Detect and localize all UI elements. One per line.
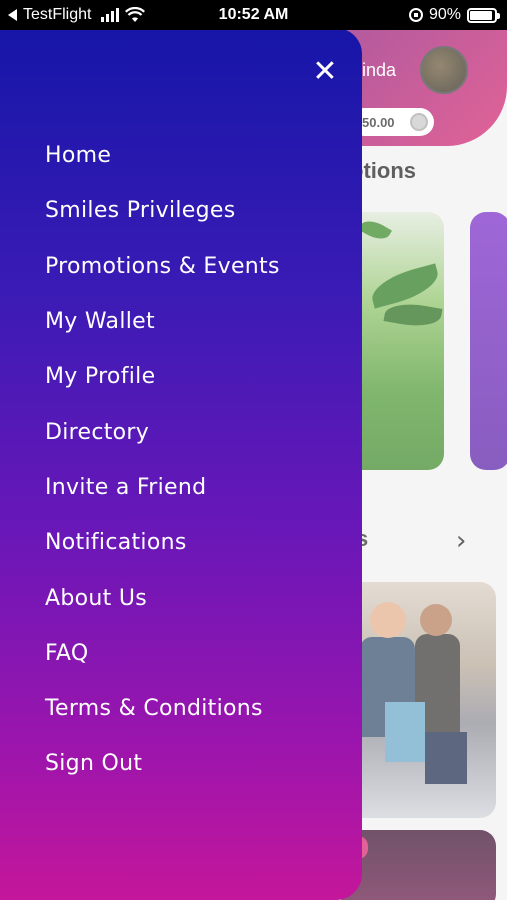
menu-item-faq[interactable]: FAQ <box>45 626 280 681</box>
menu-item-sign-out[interactable]: Sign Out <box>45 736 280 791</box>
status-right: 90% <box>408 6 500 24</box>
menu-item-directory[interactable]: Directory <box>45 404 280 459</box>
status-bar: TestFlight 10:52 AM 90% <box>0 0 507 30</box>
battery-icon <box>467 7 500 23</box>
menu-item-promotions-and-events[interactable]: Promotions & Events <box>45 239 280 294</box>
menu-item-my-profile[interactable]: My Profile <box>45 349 280 404</box>
menu-item-smiles-privileges[interactable]: Smiles Privileges <box>45 183 280 238</box>
orientation-lock-icon <box>408 8 423 22</box>
side-menu-drawer: ✕ Home Smiles Privileges Promotions & Even… <box>0 28 362 900</box>
battery-percent: 90% <box>428 6 461 23</box>
menu-item-terms-and-conditions[interactable]: Terms & Conditions <box>45 681 280 736</box>
close-icon[interactable]: ✕ <box>308 54 342 89</box>
menu-item-home[interactable]: Home <box>45 128 280 183</box>
menu-item-invite-a-friend[interactable]: Invite a Friend <box>45 460 280 515</box>
menu-item-about-us[interactable]: About Us <box>45 570 280 625</box>
menu-item-my-wallet[interactable]: My Wallet <box>45 294 280 349</box>
menu-item-notifications[interactable]: Notifications <box>45 515 280 570</box>
menu-list: Home Smiles Privileges Promotions & Events… <box>45 128 280 792</box>
